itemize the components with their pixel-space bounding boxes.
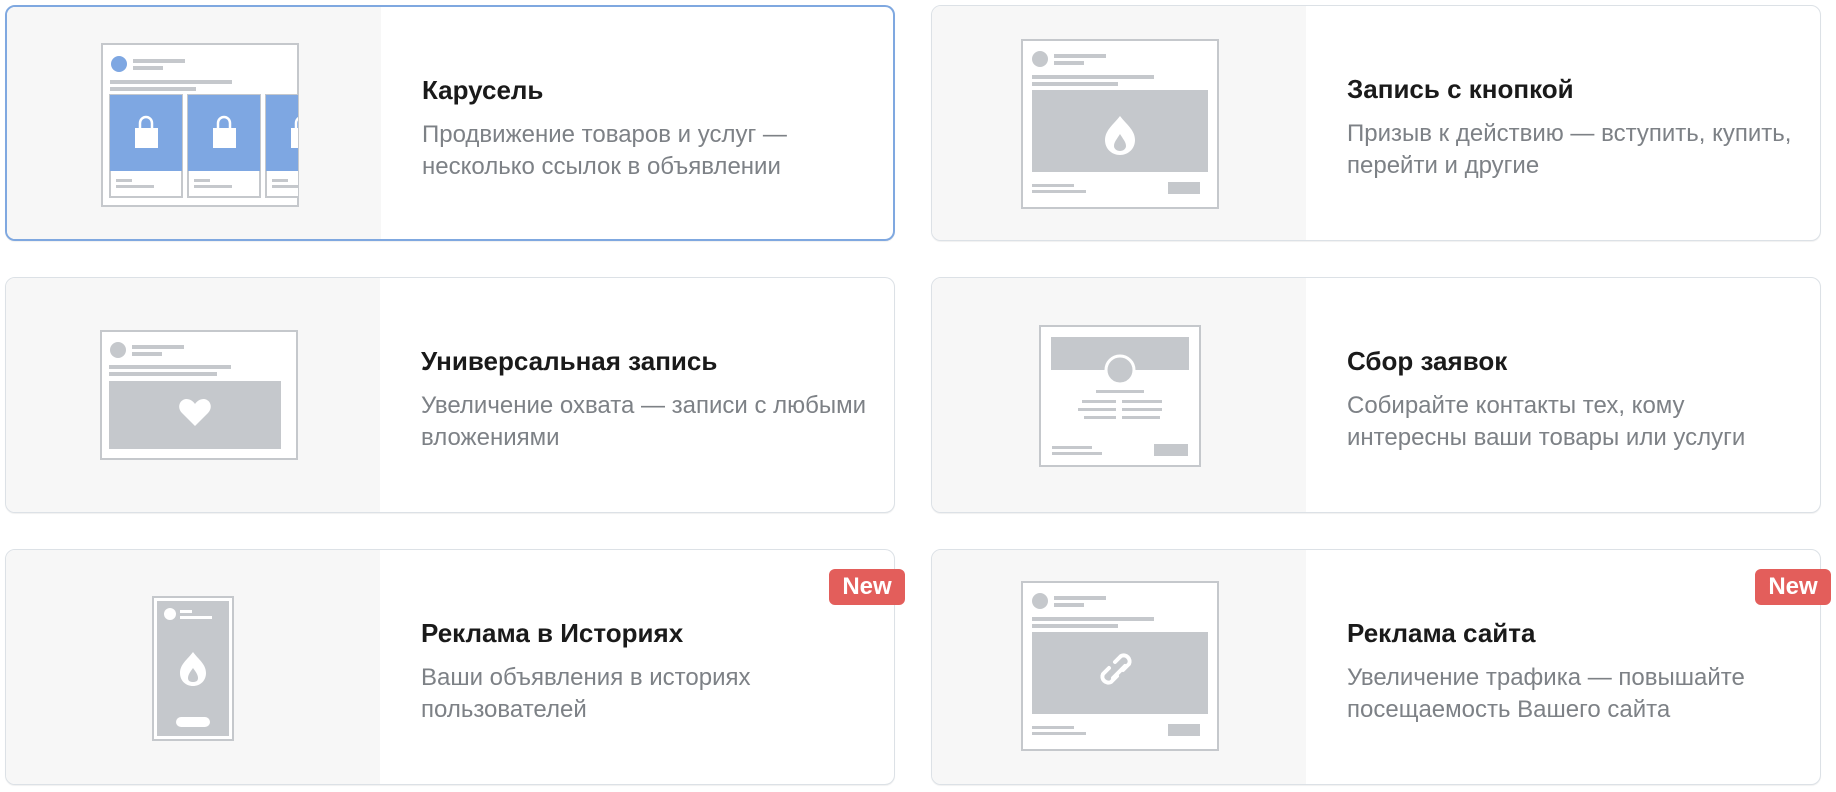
ad-format-grid: Карусель Продвижение товаров и услуг — н… [0,0,1836,792]
card-title: Реклама сайта [1347,618,1536,648]
card-title: Сбор заявок [1347,346,1508,376]
card-title: Реклама в Историях [421,618,684,648]
card-description: Продвижение товаров и услуг — несколько … [422,121,787,180]
card-description: Увеличение трафика — повышайте посещаемо… [1347,664,1745,723]
ad-format-card-lead-form[interactable]: Сбор заявок Собирайте контакты тех, кому… [931,277,1821,513]
story-preview [6,550,380,784]
site-ad-preview [932,550,1306,784]
ad-format-card-carousel[interactable]: Карусель Продвижение товаров и услуг — н… [5,5,895,241]
ad-format-card-site-ad[interactable]: Реклама сайта Увеличение трафика — повыш… [931,549,1821,785]
card-description: Ваши объявления в историях пользователей [421,664,751,723]
lead-form-preview [932,278,1306,512]
universal-post-preview [6,278,380,512]
ad-format-card-button-post[interactable]: Запись с кнопкой Призыв к действию — вст… [931,5,1821,241]
card-description: Призыв к действию — вступить, купить, пе… [1347,120,1792,179]
carousel-preview [7,7,381,239]
button-post-preview [932,6,1306,240]
new-badge: New [1755,569,1831,605]
card-title: Запись с кнопкой [1347,74,1574,104]
card-description: Собирайте контакты тех, кому интересны в… [1347,392,1746,451]
ad-format-card-universal-post[interactable]: Универсальная запись Увеличение охвата —… [5,277,895,513]
new-badge: New [829,569,905,605]
card-title: Карусель [422,75,544,105]
ad-format-card-stories[interactable]: Реклама в Историях Ваши объявления в ист… [5,549,895,785]
card-description: Увеличение охвата — записи с любыми влож… [421,392,867,451]
card-title: Универсальная запись [421,346,718,376]
